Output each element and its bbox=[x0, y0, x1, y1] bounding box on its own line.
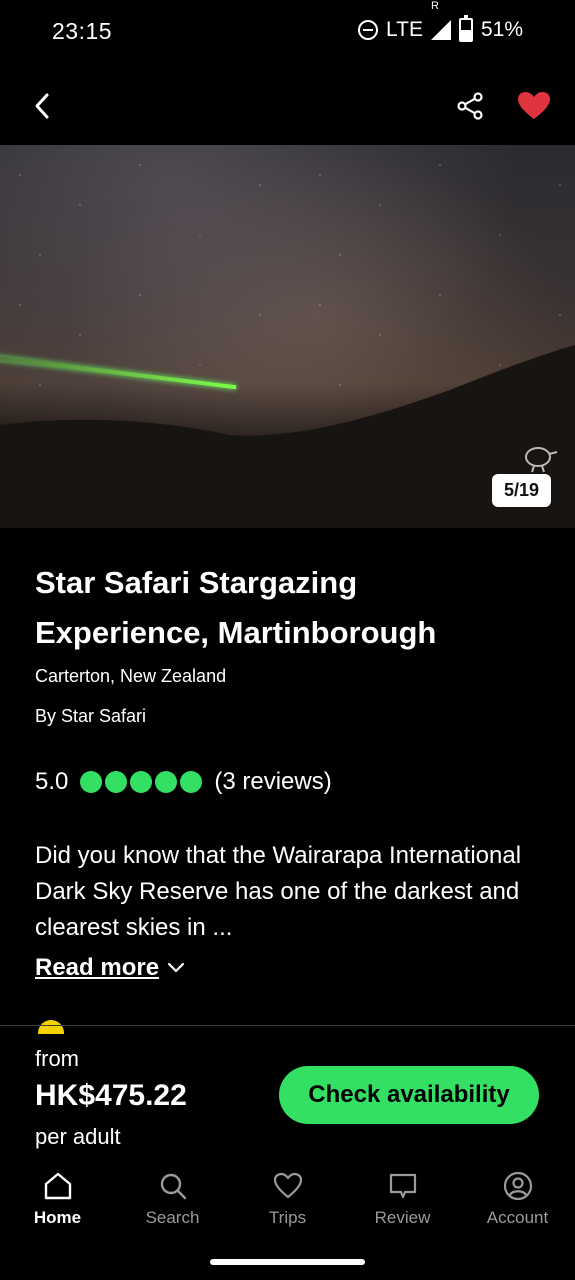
home-indicator[interactable] bbox=[210, 1259, 365, 1265]
rating-bubble-icon bbox=[180, 771, 203, 793]
rating-bubble-icon bbox=[155, 771, 178, 793]
tab-home[interactable]: Home bbox=[0, 1170, 115, 1250]
photo-counter: 5/19 bbox=[491, 474, 551, 507]
rating-bubble-icon bbox=[130, 771, 153, 793]
price-from-label: from bbox=[35, 1046, 79, 1071]
heart-outline-icon bbox=[273, 1172, 302, 1199]
rating-bubbles bbox=[80, 771, 203, 793]
tab-search[interactable]: Search bbox=[115, 1170, 230, 1250]
tab-label: Home bbox=[33, 1208, 82, 1227]
share-icon bbox=[457, 92, 483, 120]
listing-operator[interactable]: By Star Safari bbox=[35, 706, 146, 727]
heart-icon bbox=[518, 92, 550, 119]
price-unit: per adult bbox=[35, 1124, 121, 1149]
battery-level bbox=[460, 29, 471, 40]
tab-label: Trips bbox=[268, 1208, 307, 1227]
search-icon bbox=[160, 1173, 186, 1200]
tab-account[interactable]: Account bbox=[460, 1170, 575, 1250]
review-icon bbox=[389, 1173, 416, 1199]
status-time: 23:15 bbox=[52, 18, 113, 44]
hero-image[interactable] bbox=[0, 145, 575, 528]
back-button[interactable] bbox=[20, 84, 64, 128]
tab-label: Review bbox=[374, 1208, 431, 1227]
rating-bubble-icon bbox=[105, 771, 128, 793]
bottom-tab-bar: Home Search Trips Review Account bbox=[0, 1170, 575, 1250]
battery-percent: 51% bbox=[480, 18, 523, 41]
divider bbox=[0, 1025, 575, 1026]
partial-badge-icon bbox=[38, 1020, 64, 1034]
back-arrow-icon bbox=[35, 93, 49, 119]
kiwi-logo-icon bbox=[525, 447, 558, 473]
account-icon bbox=[503, 1171, 532, 1201]
tab-review[interactable]: Review bbox=[345, 1170, 460, 1250]
price-value: HK$475.22 bbox=[35, 1079, 187, 1112]
check-availability-button[interactable]: Check availability bbox=[279, 1066, 539, 1124]
do-not-disturb-icon bbox=[358, 20, 378, 40]
favorite-button[interactable] bbox=[512, 84, 556, 128]
battery-icon bbox=[458, 15, 473, 42]
tab-label: Search bbox=[145, 1208, 200, 1227]
listing-title: Star Safari Stargazing Experience, Marti… bbox=[35, 565, 437, 650]
home-icon bbox=[44, 1172, 71, 1200]
chevron-down-icon bbox=[167, 962, 185, 973]
rating-row[interactable]: 5.0 (3 reviews) bbox=[35, 768, 332, 796]
signal-icon: R bbox=[430, 0, 451, 40]
tab-trips[interactable]: Trips bbox=[230, 1170, 345, 1250]
read-more-link[interactable]: Read more bbox=[35, 954, 185, 982]
rating-value: 5.0 bbox=[35, 768, 69, 795]
status-icons: LTE R 51% bbox=[358, 0, 523, 42]
review-count: (3 reviews) bbox=[214, 768, 332, 795]
listing-location[interactable]: Carterton, New Zealand bbox=[35, 666, 226, 687]
roaming-indicator: R bbox=[430, 0, 439, 12]
share-button[interactable] bbox=[448, 84, 492, 128]
read-more-label: Read more bbox=[35, 954, 160, 981]
rating-bubble-icon bbox=[80, 771, 103, 793]
tab-label: Account bbox=[486, 1208, 549, 1227]
hillside-silhouette bbox=[0, 345, 575, 528]
listing-description: Did you know that the Wairarapa Internat… bbox=[35, 842, 522, 941]
network-type: LTE bbox=[386, 18, 423, 41]
